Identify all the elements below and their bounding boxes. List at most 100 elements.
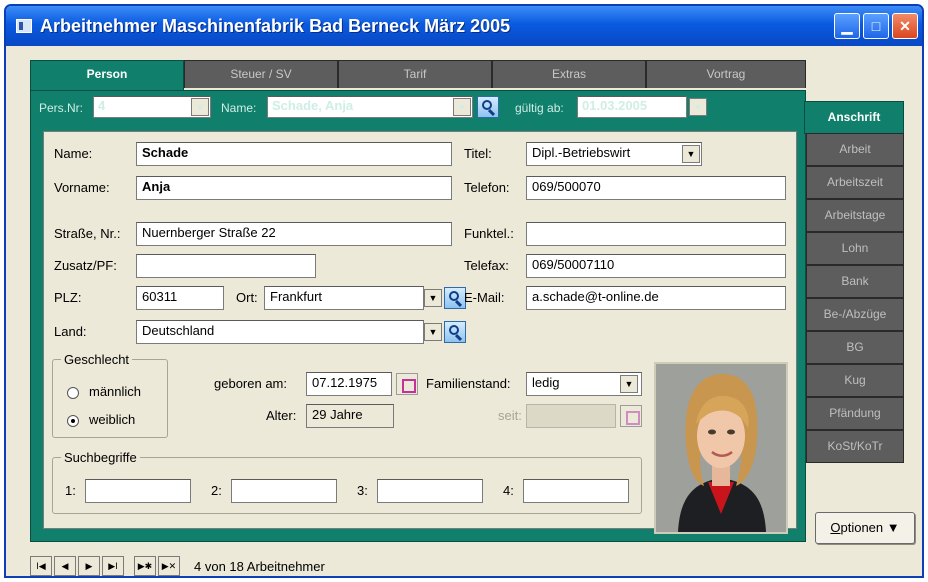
- tab-person[interactable]: Person: [30, 60, 184, 90]
- strasse-field[interactable]: Nuernberger Straße 22: [136, 222, 452, 246]
- suchbegriff-label: 2:: [211, 483, 222, 498]
- search-icon[interactable]: [477, 96, 499, 118]
- seit-label: seit:: [498, 408, 522, 423]
- suchbegriff-field[interactable]: [377, 479, 483, 503]
- chevron-down-icon[interactable]: ▼: [424, 289, 442, 307]
- chevron-down-icon[interactable]: ▼: [424, 323, 442, 341]
- seit-field: [526, 404, 616, 428]
- options-label: ptionen: [840, 520, 884, 535]
- sidetab-arbeitstage[interactable]: Arbeitstage: [806, 199, 904, 232]
- sidetab-arbeitszeit[interactable]: Arbeitszeit: [806, 166, 904, 199]
- prev-record-button[interactable]: ◀: [54, 556, 76, 576]
- suchbegriff-label: 1:: [65, 483, 76, 498]
- suchbegriff-field[interactable]: [523, 479, 629, 503]
- titel-field[interactable]: Dipl.-Betriebswirt: [526, 142, 702, 166]
- main-window: Arbeitnehmer Maschinenfabrik Bad Berneck…: [4, 4, 924, 578]
- suchbegriffe-legend: Suchbegriffe: [64, 450, 137, 465]
- gueltig-field[interactable]: 01.03.2005: [577, 96, 687, 118]
- sidetab-pfaendung[interactable]: Pfändung: [806, 397, 904, 430]
- strasse-label: Straße, Nr.:: [54, 226, 121, 241]
- sidetab-lohn[interactable]: Lohn: [806, 232, 904, 265]
- name-select-label: Name:: [221, 101, 257, 115]
- land-field[interactable]: Deutschland: [136, 320, 424, 344]
- vorname-label: Vorname:: [54, 180, 110, 195]
- geboren-field[interactable]: 07.12.1975: [306, 372, 392, 396]
- sidetab-kost-kotr[interactable]: KoSt/KoTr: [806, 430, 904, 463]
- geschlecht-group: Geschlecht männlich weiblich: [52, 352, 168, 438]
- sidetab-kug[interactable]: Kug: [806, 364, 904, 397]
- chevron-down-icon[interactable]: ▼: [620, 375, 638, 393]
- chevron-down-icon[interactable]: ▼: [682, 145, 700, 163]
- chevron-down-icon[interactable]: ▼: [453, 98, 471, 116]
- titel-label: Titel:: [464, 146, 492, 161]
- chevron-down-icon[interactable]: ▼: [191, 98, 209, 116]
- familienstand-label: Familienstand:: [426, 376, 511, 391]
- sidetab-anschrift[interactable]: Anschrift: [804, 101, 904, 134]
- app-icon: [16, 19, 32, 33]
- new-record-button[interactable]: ▶✱: [134, 556, 156, 576]
- calendar-icon[interactable]: [396, 373, 418, 395]
- maennlich-radio[interactable]: [67, 387, 79, 399]
- tab-tarif[interactable]: Tarif: [338, 60, 492, 88]
- weiblich-radio[interactable]: [67, 415, 79, 427]
- title-bar[interactable]: Arbeitnehmer Maschinenfabrik Bad Berneck…: [6, 6, 922, 46]
- options-hotkey: O: [830, 520, 841, 535]
- close-button[interactable]: ✕: [892, 13, 918, 39]
- chevron-down-icon[interactable]: ▼: [689, 98, 707, 116]
- alter-field: 29 Jahre: [306, 404, 394, 428]
- header-row: Pers.Nr: 4 ▼ Name: Schade, Anja ▼ gültig…: [31, 91, 805, 125]
- funktel-label: Funktel.:: [464, 226, 514, 241]
- vorname-field[interactable]: Anja: [136, 176, 452, 200]
- maennlich-label[interactable]: männlich: [89, 384, 141, 399]
- suchbegriff-label: 3:: [357, 483, 368, 498]
- sidetab-be-abzuege[interactable]: Be-/Abzüge: [806, 298, 904, 331]
- search-icon[interactable]: [444, 321, 466, 343]
- portrait-image: [656, 364, 786, 532]
- plz-field[interactable]: 60311: [136, 286, 224, 310]
- name-field[interactable]: Schade: [136, 142, 452, 166]
- gueltig-label: gültig ab:: [515, 101, 564, 115]
- plz-label: PLZ:: [54, 290, 82, 305]
- minimize-button[interactable]: ▁: [834, 13, 860, 39]
- options-button[interactable]: Optionen ▼: [815, 512, 915, 544]
- zusatz-field[interactable]: [136, 254, 316, 278]
- search-icon[interactable]: [444, 287, 466, 309]
- sidetab-arbeit[interactable]: Arbeit: [806, 133, 904, 166]
- window-title: Arbeitnehmer Maschinenfabrik Bad Berneck…: [40, 16, 511, 36]
- tab-vortrag[interactable]: Vortrag: [646, 60, 806, 88]
- suchbegriffe-group: Suchbegriffe 1: 2: 3: 4:: [52, 450, 642, 514]
- last-record-button[interactable]: ▶I: [102, 556, 124, 576]
- suchbegriff-field[interactable]: [231, 479, 337, 503]
- tab-steuer-sv[interactable]: Steuer / SV: [184, 60, 338, 88]
- name-label: Name:: [54, 146, 93, 161]
- next-record-button[interactable]: ▶: [78, 556, 100, 576]
- email-field[interactable]: a.schade@t-online.de: [526, 286, 786, 310]
- telefon-field[interactable]: 069/500070: [526, 176, 786, 200]
- geschlecht-legend: Geschlecht: [64, 352, 130, 367]
- weiblich-label[interactable]: weiblich: [89, 412, 135, 427]
- geboren-label: geboren am:: [214, 376, 287, 391]
- telefax-label: Telefax:: [464, 258, 509, 273]
- email-label: E-Mail:: [464, 290, 505, 305]
- ort-field[interactable]: Frankfurt: [264, 286, 424, 310]
- suchbegriff-field[interactable]: [85, 479, 191, 503]
- tab-extras[interactable]: Extras: [492, 60, 646, 88]
- name-combo[interactable]: Schade, Anja: [267, 96, 473, 118]
- ort-label: Ort:: [236, 290, 258, 305]
- alter-label: Alter:: [266, 408, 297, 423]
- sidetab-bank[interactable]: Bank: [806, 265, 904, 298]
- sidetab-bg[interactable]: BG: [806, 331, 904, 364]
- persnr-label: Pers.Nr:: [39, 101, 84, 115]
- delete-record-button[interactable]: ▶✕: [158, 556, 180, 576]
- land-label: Land:: [54, 324, 87, 339]
- first-record-button[interactable]: I◀: [30, 556, 52, 576]
- suchbegriff-label: 4:: [503, 483, 514, 498]
- address-form: Name: Schade Vorname: Anja Straße, Nr.: …: [43, 131, 797, 534]
- funktel-field[interactable]: [526, 222, 786, 246]
- employee-photo[interactable]: [654, 362, 788, 534]
- telefax-field[interactable]: 069/50007110: [526, 254, 786, 278]
- calendar-icon: [620, 405, 642, 427]
- maximize-button[interactable]: □: [863, 13, 889, 39]
- zusatz-label: Zusatz/PF:: [54, 258, 117, 273]
- telefon-label: Telefon:: [464, 180, 510, 195]
